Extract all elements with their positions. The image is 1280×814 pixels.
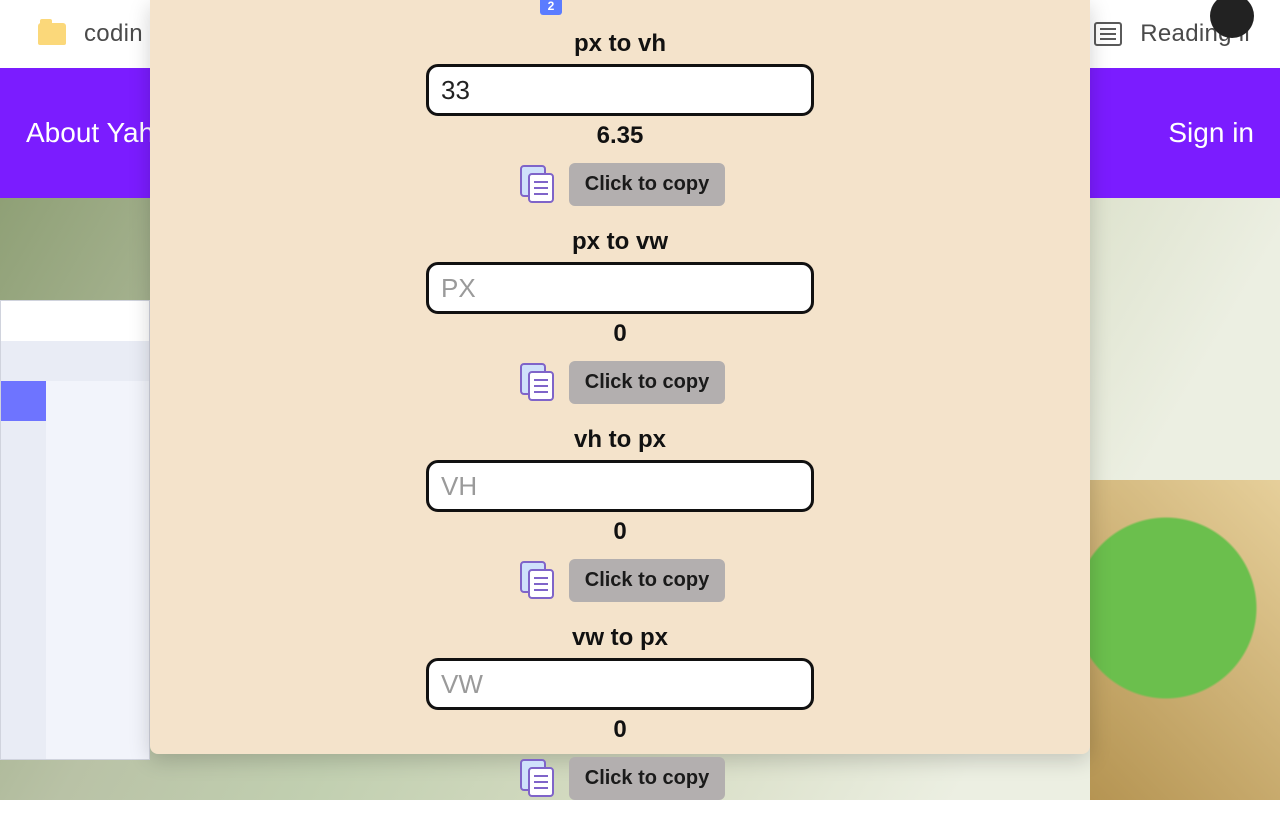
bookmark-item-coding[interactable]: codin <box>84 20 143 48</box>
vw-to-px-result: 0 <box>613 716 626 744</box>
px-to-vw-input[interactable] <box>426 262 814 314</box>
converter-title: vh to px <box>574 426 666 454</box>
converter-px-to-vw: px to vw 0 Click to copy <box>150 228 1090 418</box>
clipboard-icon <box>515 558 559 602</box>
clipboard-icon <box>515 360 559 404</box>
background-screenshot-left <box>0 300 150 760</box>
px-to-vw-result: 0 <box>613 320 626 348</box>
clipboard-icon <box>515 756 559 800</box>
converter-px-to-vh: px to vh 6.35 Click to copy <box>150 30 1090 220</box>
copy-button[interactable]: Click to copy <box>569 757 725 800</box>
reading-list-icon <box>1094 22 1122 46</box>
sign-in-link[interactable]: Sign in <box>1168 117 1254 149</box>
folder-icon <box>38 23 66 45</box>
converter-popup: px to vh 6.35 Click to copy px to vw 0 <box>150 0 1090 754</box>
copy-button[interactable]: Click to copy <box>569 163 725 206</box>
converter-vh-to-px: vh to px 0 Click to copy <box>150 426 1090 616</box>
background-plant-right <box>1090 480 1280 800</box>
converter-vw-to-px: vw to px 0 Click to copy <box>150 624 1090 814</box>
px-to-vh-result: 6.35 <box>597 122 644 150</box>
vh-to-px-input[interactable] <box>426 460 814 512</box>
vw-to-px-input[interactable] <box>426 658 814 710</box>
vh-to-px-result: 0 <box>613 518 626 546</box>
converter-title: px to vh <box>574 30 666 58</box>
px-to-vh-input[interactable] <box>426 64 814 116</box>
about-link[interactable]: About Yah <box>26 117 154 149</box>
converter-title: vw to px <box>572 624 668 652</box>
tab-count-badge: 2 <box>540 0 562 15</box>
copy-button[interactable]: Click to copy <box>569 559 725 602</box>
clipboard-icon <box>515 162 559 206</box>
converter-title: px to vw <box>572 228 668 256</box>
copy-button[interactable]: Click to copy <box>569 361 725 404</box>
